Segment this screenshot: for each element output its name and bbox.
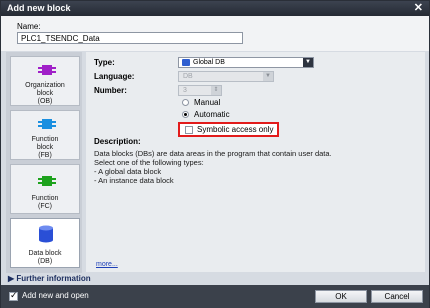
db-label-line2: (DB) [37,258,53,265]
symbolic-access-checkbox[interactable] [185,126,193,134]
close-icon[interactable]: ✕ [414,1,423,16]
fc-label-line2: (FC) [38,203,52,210]
dialog-titlebar: Add new block ✕ [1,1,429,16]
name-area: Name: [1,16,429,51]
manual-radio[interactable] [182,99,189,106]
fb-label-line1: Function [31,136,59,143]
more-link[interactable]: more... [96,261,118,268]
database-icon [39,225,53,243]
add-and-open-label: Add new and open [22,291,89,300]
language-label: Language: [94,72,135,81]
description-line-2: Select one of the following types: [94,158,204,167]
fb-label-line3: (FB) [38,152,52,159]
data-block-button[interactable]: Data block (DB) [10,218,80,268]
function-button[interactable]: Function (FC) [10,164,80,214]
description-line-4: - An instance data block [94,176,174,185]
language-dropdown[interactable]: DB ▼ [178,71,274,82]
further-information-label: Further information [16,274,91,283]
organization-block-icon [38,65,56,75]
ob-label-line2: block [36,90,54,97]
number-value: 3 [183,87,187,94]
manual-label: Manual [194,98,221,107]
automatic-radio[interactable] [182,111,189,118]
number-spinner[interactable]: 3 ⇕ [178,85,222,96]
organization-block-button[interactable]: Organization block (OB) [10,56,80,106]
expand-triangle-icon: ▶ [8,274,15,283]
chevron-down-icon: ▼ [303,58,313,67]
add-and-open-checkbox[interactable] [9,290,18,301]
ob-label-line1: Organization [25,82,65,89]
number-label: Number: [94,86,127,95]
block-type-sidebar: Organization block (OB) Function block (… [6,52,82,273]
add-new-block-dialog: Add new block ✕ Name: Organization block… [0,0,430,308]
spinner-arrows-icon: ⇕ [211,86,221,95]
ob-label-line3: (OB) [37,98,53,105]
language-value: DB [183,73,193,80]
description-line-1: Data blocks (DBs) are data areas in the … [94,149,332,158]
name-input[interactable] [17,32,243,44]
ok-button[interactable]: OK [315,290,367,303]
description-label: Description: [94,137,141,146]
description-line-3: - A global data block [94,167,162,176]
symbolic-access-label: Symbolic access only [197,125,274,134]
further-information-toggle[interactable]: ▶ Further information [6,274,426,284]
fb-label-line2: block [36,144,54,151]
dialog-footer: Add new and open OK Cancel [1,285,429,308]
cancel-button[interactable]: Cancel [371,290,423,303]
symbolic-access-highlight: Symbolic access only [178,122,279,137]
function-block-button[interactable]: Function block (FB) [10,110,80,160]
function-icon [38,176,56,186]
function-block-icon [38,119,56,129]
type-dropdown[interactable]: Global DB ▼ [178,57,314,68]
chevron-down-icon: ▼ [263,72,273,81]
db-label-line1: Data block [28,250,62,257]
global-db-icon [182,59,190,66]
type-value: Global DB [193,59,225,66]
fc-label-line1: Function [31,195,59,202]
name-label: Name: [17,22,41,31]
block-settings-panel: Type: Global DB ▼ Language: DB ▼ Number:… [86,52,425,272]
automatic-label: Automatic [194,110,230,119]
dialog-title: Add new block [7,3,71,13]
type-label: Type: [94,58,115,67]
